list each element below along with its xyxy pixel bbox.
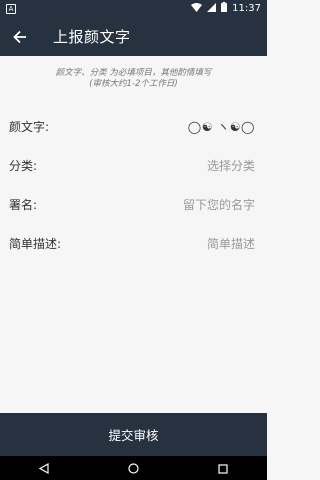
category-row[interactable]: 分类: 选择分类 <box>0 146 267 185</box>
status-bar: A 11:37 <box>0 0 267 17</box>
description-row[interactable]: 简单描述: 简单描述 <box>0 224 267 263</box>
description-label: 简单描述: <box>9 237 62 251</box>
description-input[interactable]: 简单描述 <box>207 235 255 252</box>
notice-text: 颜文字、分类 为必填项目，其他酌情填写 (审核大约1-2个工作日) <box>0 68 267 90</box>
notice-line-1: 颜文字、分类 为必填项目，其他酌情填写 <box>55 68 212 78</box>
category-label: 分类: <box>9 159 38 173</box>
kaomoji-row[interactable]: 颜文字: ◯☯ ヽ☯◯ <box>0 107 267 146</box>
battery-icon <box>221 2 228 15</box>
signature-label: 署名: <box>9 198 38 212</box>
status-time: 11:37 <box>232 3 261 14</box>
nav-recents-icon[interactable] <box>218 459 228 478</box>
kaomoji-value[interactable]: ◯☯ ヽ☯◯ <box>188 118 255 135</box>
nav-back-icon[interactable] <box>39 459 49 478</box>
category-select[interactable]: 选择分类 <box>207 157 255 174</box>
notice-line-2: (审核大约1-2个工作日) <box>89 79 178 89</box>
submit-button-label: 提交审核 <box>108 428 159 443</box>
report-form: 颜文字: ◯☯ ヽ☯◯ 分类: 选择分类 署名: 留下您的名字 简单描述: 简单… <box>0 107 267 263</box>
signature-row[interactable]: 署名: 留下您的名字 <box>0 185 267 224</box>
wifi-icon <box>191 2 203 15</box>
signature-input[interactable]: 留下您的名字 <box>183 196 255 213</box>
notification-icon: A <box>6 3 16 14</box>
submit-button[interactable]: 提交审核 <box>0 413 267 456</box>
system-nav-bar <box>0 456 267 480</box>
app-bar: 上报颜文字 <box>0 17 267 56</box>
kaomoji-label: 颜文字: <box>9 120 50 134</box>
back-arrow-icon[interactable] <box>10 27 30 47</box>
signal-icon <box>207 2 217 15</box>
nav-home-icon[interactable] <box>128 459 139 478</box>
page-title: 上报颜文字 <box>53 28 131 46</box>
